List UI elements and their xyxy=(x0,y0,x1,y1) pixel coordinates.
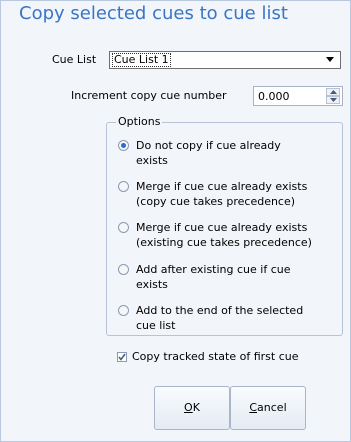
radio-button[interactable] xyxy=(118,181,129,192)
ok-button[interactable]: OK xyxy=(154,386,230,430)
radio-button[interactable] xyxy=(118,264,129,275)
cue-list-dropdown[interactable]: Cue List 1 xyxy=(109,51,341,69)
spin-up-icon[interactable] xyxy=(326,88,340,96)
cue-list-label: Cue List xyxy=(52,53,97,66)
option-label: Add to the end of the selected cue list xyxy=(136,304,304,332)
radio-button-selected[interactable] xyxy=(118,140,129,151)
spin-down-icon[interactable] xyxy=(326,96,340,104)
cue-list-selected-value: Cue List 1 xyxy=(112,53,171,67)
radio-button[interactable] xyxy=(118,305,129,316)
copy-tracked-label[interactable]: Copy tracked state of first cue xyxy=(132,350,299,363)
option-label: Merge if cue cue already exists (copy cu… xyxy=(136,180,308,208)
copy-cues-dialog: Copy selected cues to cue list Cue List … xyxy=(0,0,351,442)
chevron-down-icon[interactable] xyxy=(320,52,340,68)
increment-stepper[interactable] xyxy=(326,88,340,104)
option-label: Add after existing cue if cue exists xyxy=(136,263,291,291)
checkmark-icon xyxy=(118,353,126,361)
option-label: Do not copy if cue already exists xyxy=(136,139,281,167)
copy-tracked-checkbox[interactable] xyxy=(117,352,127,362)
increment-spinbox[interactable]: 0.000 xyxy=(253,86,343,106)
increment-label: Increment copy cue number xyxy=(71,89,227,102)
option-label: Merge if cue cue already exists (existin… xyxy=(136,221,312,249)
options-legend: Options xyxy=(116,115,163,128)
dialog-title: Copy selected cues to cue list xyxy=(19,3,288,24)
increment-value[interactable]: 0.000 xyxy=(258,90,290,103)
cancel-button[interactable]: Cancel xyxy=(230,386,306,430)
radio-button[interactable] xyxy=(118,222,129,233)
